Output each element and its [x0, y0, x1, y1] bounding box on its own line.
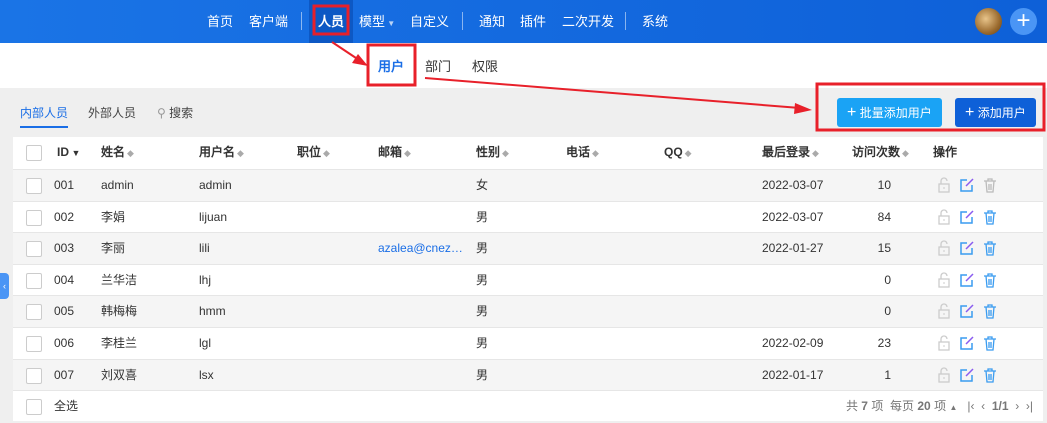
annotation-arrowhead: [794, 103, 812, 114]
annotation-box-people: [312, 4, 350, 36]
annotation-box-buttons: [815, 82, 1046, 132]
annotation-overlay: [312, 4, 1046, 132]
annotation-box-users: [366, 43, 417, 87]
annotation-arrow: [424, 77, 801, 109]
